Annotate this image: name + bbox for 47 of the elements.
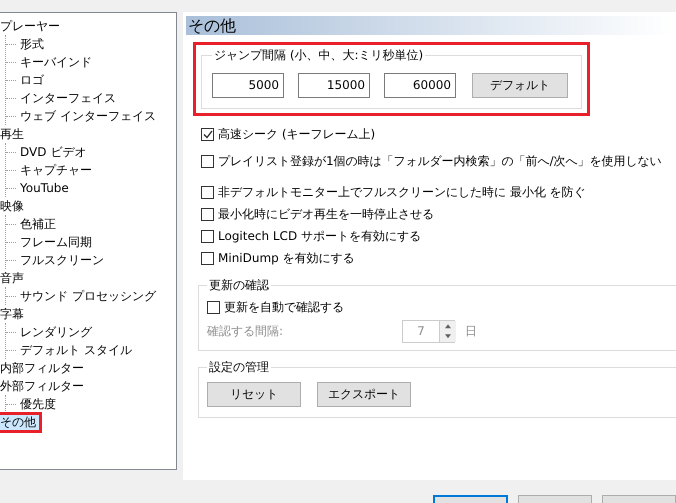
tree-item[interactable]: 字幕	[0, 306, 26, 322]
settings-button[interactable]: リセット	[207, 382, 301, 407]
group-title: 更新の確認	[208, 277, 270, 294]
checkbox[interactable]	[201, 186, 214, 198]
tree-item[interactable]: キャプチャー	[18, 162, 94, 178]
tree-item[interactable]: 外部フィルター	[0, 378, 86, 394]
tree-item[interactable]: フルスクリーン	[18, 252, 106, 268]
tree-item[interactable]: レンダリング	[18, 324, 94, 340]
option-label: Logitech LCD サポートを有効にする	[218, 228, 421, 244]
checkbox[interactable]	[201, 252, 214, 264]
tree-item[interactable]: YouTube	[18, 180, 71, 196]
tree-item[interactable]: インターフェイス	[18, 90, 118, 106]
option-label: 更新を自動で確認する	[224, 298, 344, 316]
tree-item[interactable]: 映像	[0, 198, 26, 214]
tree-item[interactable]: 内部フィルター	[0, 360, 86, 376]
tree-item[interactable]: DVD ビデオ	[18, 144, 88, 160]
option-label: MiniDump を有効にする	[218, 250, 355, 266]
tree-item[interactable]: 音声	[0, 270, 26, 286]
checkbox[interactable]	[201, 230, 214, 242]
interval-label: 確認する間隔:	[207, 322, 284, 340]
tree-item[interactable]: キーバインド	[18, 54, 94, 70]
interval-field[interactable]: 60000	[384, 72, 456, 98]
interval-field[interactable]: 5000	[212, 72, 284, 98]
option-label: プレイリスト登録が1個の時は「フォルダー内検索」の「前へ/次へ」を使用しない	[218, 152, 662, 170]
checkbox[interactable]	[201, 128, 214, 140]
tree-item[interactable]: 形式	[18, 36, 46, 52]
settings-button[interactable]: エクスポート	[317, 382, 411, 407]
checkbox[interactable]	[201, 208, 214, 220]
tree-item[interactable]: デフォルト スタイル	[18, 342, 134, 358]
tree-item[interactable]: その他	[0, 414, 40, 430]
option-label: 非デフォルトモニター上でフルスクリーンにした時に 最小化 を防ぐ	[218, 184, 586, 200]
tree-item[interactable]: 再生	[0, 126, 26, 142]
default-button[interactable]: デフォルト	[472, 72, 568, 98]
tree-item[interactable]: 優先度	[18, 396, 58, 412]
option-label: 最小化時にビデオ再生を一時停止させる	[218, 206, 434, 222]
tree-item[interactable]: サウンド プロセッシング	[18, 288, 158, 304]
checkbox[interactable]	[201, 154, 214, 168]
interval-field[interactable]: 15000	[298, 72, 370, 98]
tree-item[interactable]: プレーヤー	[0, 18, 62, 34]
tree-item[interactable]: ウェブ インターフェイス	[18, 108, 158, 124]
tree-item[interactable]: フレーム同期	[18, 234, 94, 250]
group-title: 設定の管理	[208, 359, 270, 376]
tree-item[interactable]: 色補正	[18, 216, 58, 232]
tree-item[interactable]: ロゴ	[18, 72, 46, 88]
group-title: ジャンプ間隔 (小、中、大:ミリ秒単位)	[213, 47, 424, 64]
option-label: 高速シーク (キーフレーム上)	[218, 126, 376, 142]
unit-label: 日	[465, 322, 477, 340]
